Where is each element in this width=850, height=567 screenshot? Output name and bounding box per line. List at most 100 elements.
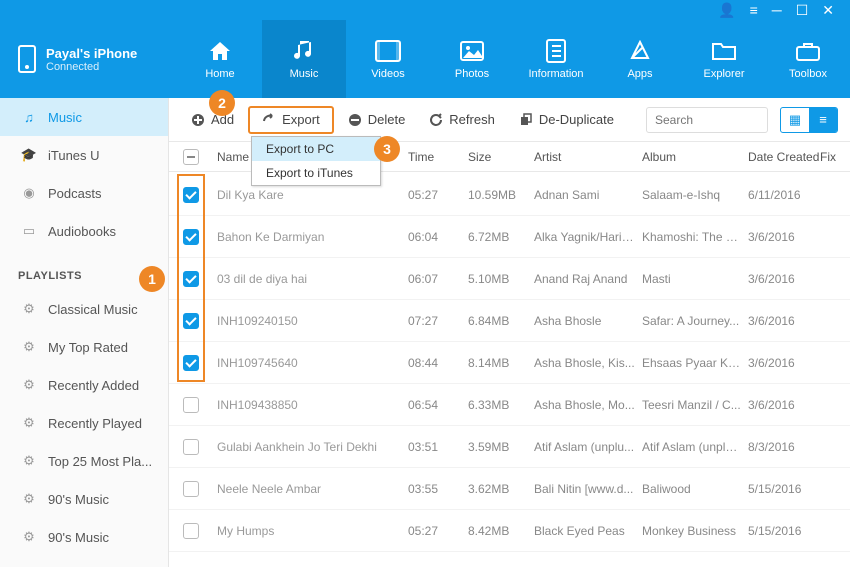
sidebar-item-podcasts[interactable]: ◉Podcasts [0,174,168,212]
table-row[interactable]: INH10943885006:546.33MBAsha Bhosle, Mo..… [169,384,850,426]
nav-photos[interactable]: Photos [430,20,514,98]
export-to-itunes-item[interactable]: Export to iTunes [252,161,380,185]
cell-size: 3.62MB [468,482,534,496]
cell-date: 5/15/2016 [748,524,820,538]
cell-time: 03:51 [408,440,468,454]
nav-home[interactable]: Home [178,20,262,98]
cell-time: 03:55 [408,482,468,496]
cell-date: 3/6/2016 [748,272,820,286]
cell-date: 3/6/2016 [748,314,820,328]
sidebar-item-music[interactable]: ♫Music [0,98,168,136]
col-date[interactable]: Date Created [748,150,820,164]
account-icon[interactable]: 👤 [718,3,735,17]
row-checkbox[interactable] [183,439,199,455]
table-body: Dil Kya Kare05:2710.59MBAdnan SamiSalaam… [169,172,850,567]
menu-icon[interactable]: ≡ [750,3,758,17]
refresh-button[interactable]: Refresh [419,106,505,134]
cell-time: 07:27 [408,314,468,328]
cell-album: Atif Aslam (unplu... [642,440,748,454]
row-checkbox[interactable] [183,355,199,371]
cell-artist: Black Eyed Peas [534,524,642,538]
maximize-icon[interactable]: ☐ [796,3,809,17]
table-row[interactable]: INH10924015007:276.84MBAsha BhosleSafar:… [169,300,850,342]
header: Payal's iPhone Connected Home Music Vide… [0,20,850,98]
gear-icon: ⚙ [20,377,38,393]
music-note-icon: ♫ [20,110,38,125]
sidebar-playlist-item[interactable]: ⚙My Top Rated [0,328,168,366]
cell-name: Bahon Ke Darmiyan [213,230,408,244]
phone-icon [18,45,36,73]
cell-name: 03 dil de diya hai [213,272,408,286]
col-size[interactable]: Size [468,150,534,164]
col-time[interactable]: Time [408,150,468,164]
cell-artist: Asha Bhosle, Kis... [534,356,642,370]
cell-artist: Alka Yagnik/Haria... [534,230,642,244]
nav-explorer[interactable]: Explorer [682,20,766,98]
sidebar-playlist-item[interactable]: ⚙Purchased [0,556,168,567]
book-icon: ▭ [20,223,38,239]
row-checkbox[interactable] [183,229,199,245]
gear-icon: ⚙ [20,339,38,355]
deduplicate-button[interactable]: De-Duplicate [509,106,624,134]
cell-artist: Asha Bhosle, Mo... [534,398,642,412]
row-checkbox[interactable] [183,271,199,287]
cell-name: INH109438850 [213,398,408,412]
col-artist[interactable]: Artist [534,150,642,164]
cell-size: 10.59MB [468,188,534,202]
row-checkbox[interactable] [183,187,199,203]
cell-artist: Asha Bhosle [534,314,642,328]
table-row[interactable]: Bahon Ke Darmiyan06:046.72MBAlka Yagnik/… [169,216,850,258]
nav-videos[interactable]: Videos [346,20,430,98]
nav-information[interactable]: Information [514,20,598,98]
sidebar-playlist-item[interactable]: ⚙Recently Added [0,366,168,404]
sidebar-playlist-item[interactable]: ⚙Classical Music [0,290,168,328]
col-album[interactable]: Album [642,150,748,164]
table-row[interactable]: Neele Neele Ambar03:553.62MBBali Nitin [… [169,468,850,510]
sidebar-playlist-item[interactable]: ⚙Recently Played [0,404,168,442]
list-view-button[interactable]: ≡ [809,108,837,132]
sidebar-playlist-item[interactable]: ⚙Top 25 Most Pla... [0,442,168,480]
table-row[interactable]: My Humps05:278.42MBBlack Eyed PeasMonkey… [169,510,850,552]
col-fix[interactable]: Fix [820,150,850,164]
nav-apps[interactable]: Apps [598,20,682,98]
select-all-checkbox[interactable] [183,149,199,165]
minimize-icon[interactable]: ─ [772,3,782,17]
delete-button[interactable]: Delete [338,106,416,134]
table-row[interactable]: 03 dil de diya hai06:075.10MBAnand Raj A… [169,258,850,300]
search-input[interactable] [646,107,768,133]
sidebar-item-itunesu[interactable]: 🎓iTunes U [0,136,168,174]
view-toggle: ▦ ≡ [780,107,838,133]
cell-time: 06:54 [408,398,468,412]
badge-3: 3 [374,136,400,162]
cell-album: Monkey Business [642,524,748,538]
graduation-icon: 🎓 [20,147,38,163]
sidebar-playlist-item[interactable]: ⚙90's Music [0,480,168,518]
cell-size: 8.42MB [468,524,534,538]
sidebar-playlist-item[interactable]: ⚙90's Music [0,518,168,556]
row-checkbox[interactable] [183,397,199,413]
table-row[interactable]: INH10974564008:448.14MBAsha Bhosle, Kis.… [169,342,850,384]
sidebar-item-audiobooks[interactable]: ▭Audiobooks [0,212,168,250]
row-checkbox[interactable] [183,313,199,329]
export-to-pc-item[interactable]: Export to PC [252,137,380,161]
cell-size: 6.72MB [468,230,534,244]
cell-size: 3.59MB [468,440,534,454]
row-checkbox[interactable] [183,481,199,497]
cell-album: Teesri Manzil / C... [642,398,748,412]
nav-toolbox[interactable]: Toolbox [766,20,850,98]
cell-album: Salaam-e-Ishq [642,188,748,202]
close-icon[interactable]: ✕ [822,3,834,17]
gear-icon: ⚙ [20,529,38,545]
row-checkbox[interactable] [183,523,199,539]
sidebar: ♫Music 🎓iTunes U ◉Podcasts ▭Audiobooks P… [0,98,169,567]
grid-view-button[interactable]: ▦ [781,108,809,132]
cell-time: 05:27 [408,524,468,538]
cell-size: 5.10MB [468,272,534,286]
device-panel[interactable]: Payal's iPhone Connected [0,20,178,98]
export-button[interactable]: Export [248,106,334,134]
cell-date: 6/11/2016 [748,188,820,202]
nav-music[interactable]: Music [262,20,346,98]
top-nav: Home Music Videos Photos Information App… [178,20,850,98]
table-row[interactable]: Gulabi Aankhein Jo Teri Dekhi03:513.59MB… [169,426,850,468]
cell-size: 8.14MB [468,356,534,370]
